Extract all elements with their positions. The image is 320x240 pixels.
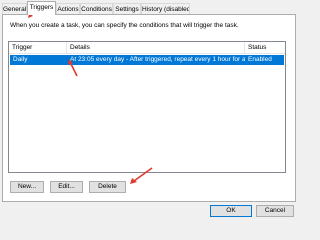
tab-history[interactable]: History (disabled)	[141, 3, 190, 14]
cell-status: Enabled	[248, 56, 272, 63]
edit-button[interactable]: Edit...	[50, 181, 83, 193]
triggers-description: When you create a task, you can specify …	[10, 22, 239, 29]
tab-triggers[interactable]: Triggers	[27, 1, 56, 15]
column-header-trigger[interactable]: Trigger	[9, 42, 67, 53]
tab-actions[interactable]: Actions	[56, 3, 80, 14]
list-header: Trigger Details Status	[9, 42, 285, 54]
table-row[interactable]: Daily At 23:05 every day - After trigger…	[10, 55, 284, 65]
column-header-details[interactable]: Details	[67, 42, 245, 53]
tab-general[interactable]: General	[2, 3, 27, 14]
ok-button[interactable]: OK	[210, 205, 252, 217]
tab-settings[interactable]: Settings	[113, 3, 141, 14]
tab-conditions[interactable]: Conditions	[80, 3, 113, 14]
delete-button[interactable]: Delete	[89, 181, 126, 193]
triggers-list[interactable]: Trigger Details Status Daily At 23:05 ev…	[8, 41, 286, 173]
cell-details: At 23:05 every day - After triggered, re…	[70, 56, 245, 63]
cell-trigger: Daily	[13, 56, 28, 63]
new-button[interactable]: New...	[10, 181, 44, 193]
column-header-status[interactable]: Status	[245, 42, 285, 53]
tab-strip: General Triggers Actions Conditions Sett…	[0, 0, 300, 15]
cancel-button[interactable]: Cancel	[256, 205, 294, 217]
